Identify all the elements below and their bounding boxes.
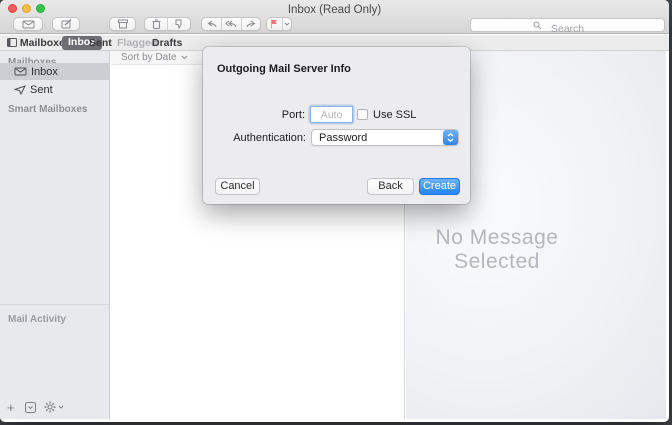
- flag-group: [266, 17, 292, 31]
- favorite-drafts[interactable]: Drafts: [152, 37, 182, 49]
- show-hide-panel-button[interactable]: [25, 402, 36, 413]
- envelope-icon: [22, 20, 35, 29]
- flag-button[interactable]: [267, 18, 282, 30]
- trash-icon: [152, 19, 161, 29]
- no-message-text: No Message Selected: [406, 226, 588, 274]
- create-button[interactable]: Create: [419, 178, 460, 195]
- dialog-title: Outgoing Mail Server Info: [217, 63, 351, 75]
- forward-button[interactable]: [241, 18, 260, 30]
- flag-icon: [270, 19, 278, 29]
- forward-icon: [246, 20, 256, 28]
- archive-icon: [117, 19, 129, 29]
- compose-button[interactable]: [52, 17, 80, 31]
- reply-all-icon: [225, 20, 237, 28]
- sidebar-item-label: Inbox: [31, 66, 58, 78]
- add-mailbox-button[interactable]: +: [7, 400, 15, 415]
- popup-stepper-icon: [443, 130, 458, 145]
- junk-button[interactable]: [167, 18, 190, 30]
- sidebar-item-inbox[interactable]: Inbox: [0, 63, 109, 80]
- window-title: Inbox (Read Only): [0, 4, 669, 16]
- reply-button[interactable]: [202, 18, 221, 30]
- reply-icon: [207, 20, 217, 28]
- compose-icon: [61, 19, 72, 29]
- use-ssl-label: Use SSL: [373, 109, 416, 121]
- thumbs-down-icon: [174, 19, 184, 29]
- archive-button[interactable]: [109, 17, 136, 31]
- outgoing-mail-server-dialog: Outgoing Mail Server Info Port: Use SSL …: [203, 47, 470, 204]
- chevron-down-icon: [181, 55, 188, 60]
- search-input[interactable]: [471, 23, 664, 35]
- cancel-button[interactable]: Cancel: [215, 178, 260, 195]
- toolbar: Inbox (Read Only): [0, 0, 669, 34]
- mail-activity-header: Mail Activity: [8, 314, 66, 325]
- delete-junk-group: [144, 17, 191, 31]
- back-button[interactable]: Back: [367, 178, 414, 195]
- search-icon: [533, 21, 542, 30]
- flag-menu-button[interactable]: [282, 18, 291, 30]
- sidebar-icon: [7, 38, 17, 47]
- sidebar: Mailboxes Inbox Sent Smart Mailboxes Mai…: [0, 51, 110, 419]
- sidebar-divider: [0, 304, 109, 305]
- use-ssl-checkbox[interactable]: [357, 109, 368, 120]
- paper-plane-icon: [14, 85, 26, 95]
- mail-window: Inbox (Read Only): [0, 0, 669, 422]
- envelope-icon: [14, 67, 27, 76]
- smart-mailboxes-section-header: Smart Mailboxes: [8, 104, 87, 115]
- authentication-label: Authentication:: [203, 132, 306, 144]
- port-field[interactable]: [310, 106, 353, 123]
- trash-button[interactable]: [145, 18, 167, 30]
- get-mail-button[interactable]: [13, 17, 43, 31]
- sidebar-item-sent[interactable]: Sent: [0, 81, 109, 98]
- favorite-sent[interactable]: Sent: [89, 37, 112, 49]
- port-input[interactable]: [311, 107, 352, 122]
- port-label: Port:: [203, 109, 305, 121]
- authentication-popup[interactable]: Password: [311, 129, 459, 146]
- reply-all-button[interactable]: [221, 18, 240, 30]
- gear-icon: [44, 401, 56, 413]
- sort-label: Sort by Date: [121, 52, 177, 63]
- sidebar-item-label: Sent: [30, 84, 53, 96]
- chevron-down-icon: [284, 22, 290, 26]
- search-field[interactable]: [470, 18, 665, 32]
- chevron-down-icon: [58, 405, 64, 409]
- authentication-value: Password: [319, 132, 443, 144]
- action-menu-button[interactable]: [44, 401, 64, 413]
- reply-group: [201, 17, 261, 31]
- sidebar-bottom-bar: +: [0, 399, 109, 415]
- panel-chevron-icon: [25, 402, 36, 413]
